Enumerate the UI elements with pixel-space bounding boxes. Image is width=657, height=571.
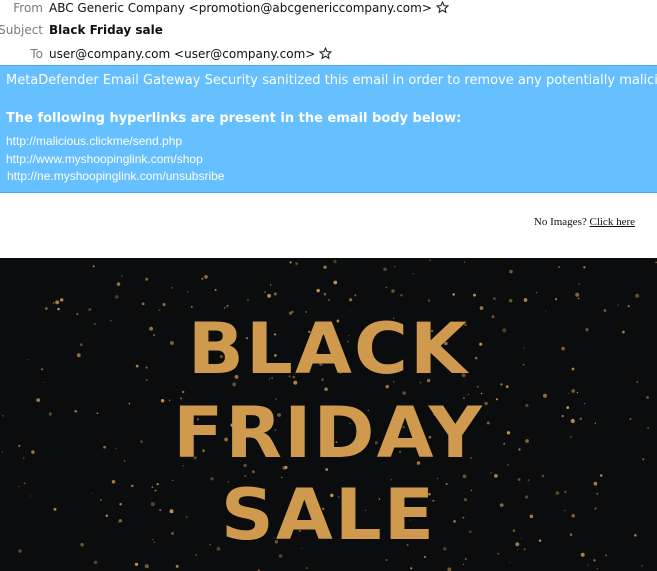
from-row: From ABC Generic Company <promotion@abcg…	[0, 0, 657, 18]
to-value[interactable]: user@company.com <user@company.com>	[49, 44, 333, 64]
from-label: From	[13, 1, 43, 15]
to-row: To user@company.com <user@company.com>	[0, 44, 657, 64]
to-label: To	[30, 47, 43, 61]
hero-line-black: BLACK	[187, 308, 470, 390]
subject-row: Subject Black Friday sale	[0, 20, 657, 40]
click-here-link[interactable]: Click here	[589, 216, 635, 228]
star-icon[interactable]	[319, 47, 333, 60]
subject-value: Black Friday sale	[49, 23, 163, 37]
subject-label: Subject	[0, 23, 43, 37]
sanitization-notice: MetaDefender Email Gateway Security sani…	[6, 73, 657, 88]
no-images-prompt: No Images? Click here	[534, 216, 635, 228]
sanitization-banner: MetaDefender Email Gateway Security sani…	[0, 65, 657, 193]
hyperlink-item[interactable]: http://malicious.clickme/send.php	[6, 134, 182, 148]
black-friday-hero-image: BLACK FRIDAY SALE	[0, 258, 657, 571]
hyperlink-item[interactable]: http://ne.myshoopinglink.com/unsubsribe	[7, 169, 224, 183]
hyperlink-item[interactable]: http://www.myshoopinglink.com/shop	[6, 152, 203, 166]
hero-line-sale: SALE	[220, 474, 437, 556]
hero-line-friday: FRIDAY	[173, 392, 484, 474]
no-images-label: No Images?	[533, 216, 587, 228]
star-icon[interactable]	[435, 1, 449, 14]
hyperlinks-heading: The following hyperlinks are present in …	[6, 111, 462, 126]
email-header: From ABC Generic Company <promotion@abcg…	[0, 0, 657, 64]
from-value[interactable]: ABC Generic Company <promotion@abcgeneri…	[49, 0, 449, 18]
